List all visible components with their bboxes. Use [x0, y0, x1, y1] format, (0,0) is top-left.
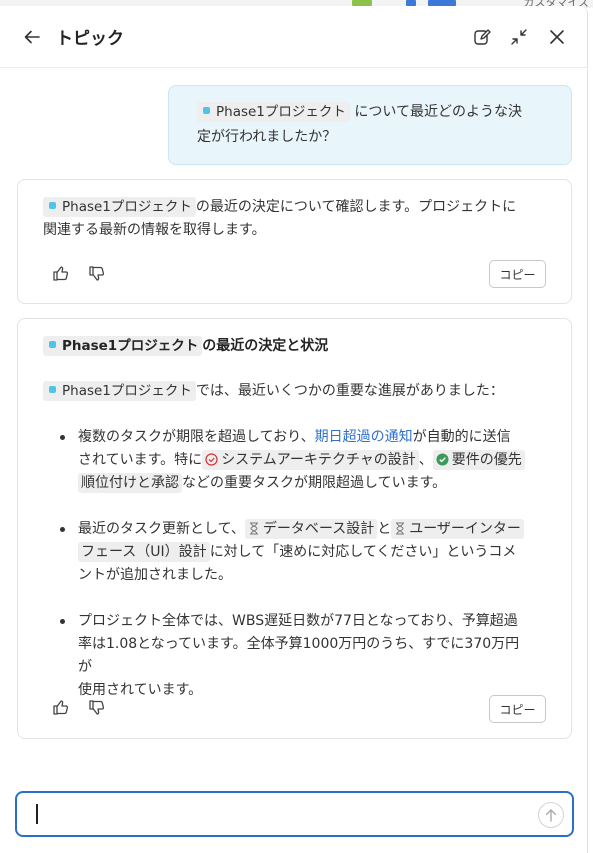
- paragraph-text: では、最近いくつかの重要な進展がありました：: [195, 383, 504, 399]
- like-button[interactable]: [50, 697, 70, 717]
- list-item: 最近のタスク更新として、 データベース設計と ユーザーインター フェース（UI）設計…: [58, 518, 528, 587]
- thumbs-up-icon: [52, 265, 68, 281]
- text: 率は1.08となっています。全体予算1000万円のうち、すでに370万円が: [78, 636, 520, 675]
- tag-label: システムアーキテクチャの設計: [221, 452, 416, 468]
- close-icon: [550, 30, 564, 44]
- assistant-message: Phase1プロジェクト の最近の決定と状況 Phase1プロジェクト では、最近い…: [17, 318, 572, 739]
- text: 、: [418, 452, 433, 468]
- tag-label: 要件の優先: [451, 452, 522, 468]
- pill-label: Phase1プロジェクト: [62, 383, 192, 399]
- like-button[interactable]: [50, 263, 70, 283]
- project-reference-pill[interactable]: Phase1プロジェクト: [197, 102, 350, 122]
- assistant-message: Phase1プロジェクト の最近の決定について確認します。プロジェクトに 関連する…: [17, 179, 572, 304]
- feedback-group: [50, 263, 106, 283]
- task-tag[interactable]: フェース（UI）設計: [78, 542, 210, 562]
- task-tag[interactable]: システムアーキテクチャの設計: [202, 450, 419, 470]
- project-dot-icon: [203, 107, 210, 114]
- project-dot-icon: [49, 202, 56, 209]
- message-text: 関連する最新の情報を取得します。: [43, 222, 266, 238]
- heading-text: の最近の決定と状況: [202, 338, 329, 354]
- hourglass-icon: [396, 522, 405, 535]
- overdue-notice-link[interactable]: 期日超過の通知: [315, 429, 413, 445]
- project-dot-icon: [49, 341, 56, 348]
- tag-label: データベース設計: [262, 521, 375, 537]
- text: 最近のタスク更新として、: [78, 521, 245, 537]
- message-body: Phase1プロジェクト の最近の決定について確認します。プロジェクトに 関連する…: [43, 196, 549, 242]
- text: されています。特に: [78, 452, 203, 468]
- text: などの重要タスクが期限超過しています。: [182, 475, 447, 491]
- user-message: Phase1プロジェクト について最近どのような決 定が行われましたか？: [168, 85, 572, 165]
- edit-icon: [474, 29, 491, 45]
- text: プロジェクト全体では、WBS遅延日数が77日となっており、予算超過: [78, 613, 518, 629]
- text: 複数のタスクが期限を超過しており、: [78, 429, 315, 445]
- text-caret: [36, 804, 38, 824]
- text: 使用されています。: [78, 682, 203, 698]
- message-text: の最近の決定について確認します。プロジェクトに: [195, 199, 517, 215]
- thumbs-down-icon: [88, 265, 104, 281]
- pill-label: Phase1プロジェクト: [62, 338, 199, 354]
- thumbs-down-icon: [88, 699, 104, 715]
- task-tag[interactable]: 順位付けと承認: [78, 473, 182, 493]
- dislike-button[interactable]: [86, 697, 106, 717]
- intro-paragraph: Phase1プロジェクト では、最近いくつかの重要な進展がありました：: [43, 380, 504, 401]
- message-input[interactable]: [15, 791, 574, 837]
- list-item: プロジェクト全体では、WBS遅延日数が77日となっており、予算超過 率は1.08…: [58, 610, 528, 702]
- task-tag[interactable]: データベース設計: [244, 519, 378, 539]
- copy-button[interactable]: コピー: [489, 695, 546, 723]
- arrow-left-icon: [24, 30, 40, 44]
- close-button[interactable]: [545, 25, 569, 49]
- thumbs-up-icon: [52, 699, 68, 715]
- text: ントが追加されました。: [78, 567, 232, 583]
- list-item: 複数のタスクが期限を超過しており、期日超過の通知が自動的に送信 されています。特…: [58, 426, 528, 495]
- edit-button[interactable]: [470, 25, 494, 49]
- check-circle-icon: [436, 453, 449, 466]
- task-tag[interactable]: ユーザーインター: [391, 519, 524, 539]
- back-button[interactable]: [20, 25, 44, 49]
- text: と: [377, 521, 392, 537]
- copy-button[interactable]: コピー: [489, 260, 546, 288]
- panel-header: トピック: [0, 6, 588, 68]
- project-reference-pill[interactable]: Phase1プロジェクト: [43, 381, 196, 401]
- panel-title: トピック: [56, 29, 124, 49]
- send-button[interactable]: [538, 802, 564, 828]
- collapse-button[interactable]: [507, 25, 531, 49]
- project-dot-icon: [49, 386, 56, 393]
- task-tag[interactable]: 要件の優先: [432, 450, 525, 470]
- pill-label: Phase1プロジェクト: [62, 199, 192, 215]
- pill-label: Phase1プロジェクト: [216, 104, 346, 120]
- dislike-button[interactable]: [86, 263, 106, 283]
- project-reference-pill[interactable]: Phase1プロジェクト: [43, 336, 203, 356]
- error-circle-icon: [205, 453, 218, 466]
- project-reference-pill[interactable]: Phase1プロジェクト: [43, 197, 196, 217]
- response-heading: Phase1プロジェクト の最近の決定と状況: [43, 335, 328, 356]
- text: に対して「速めに対応してください」というコメ: [209, 544, 517, 560]
- arrow-up-icon: [545, 809, 557, 822]
- text: が自動的に送信: [412, 429, 511, 445]
- tag-label: フェース（UI）設計: [81, 544, 207, 560]
- user-message-text: について最近どのような決: [354, 104, 522, 120]
- collapse-icon: [511, 29, 527, 45]
- tag-label: 順位付けと承認: [81, 475, 179, 491]
- hourglass-icon: [249, 522, 258, 535]
- tag-label: ユーザーインター: [409, 521, 521, 537]
- feedback-group: [50, 697, 106, 717]
- topic-panel: トピック Phase1プロジェクト について最近どのような決 定が行われましたか…: [0, 6, 588, 853]
- user-message-text: 定が行われましたか？: [197, 129, 337, 145]
